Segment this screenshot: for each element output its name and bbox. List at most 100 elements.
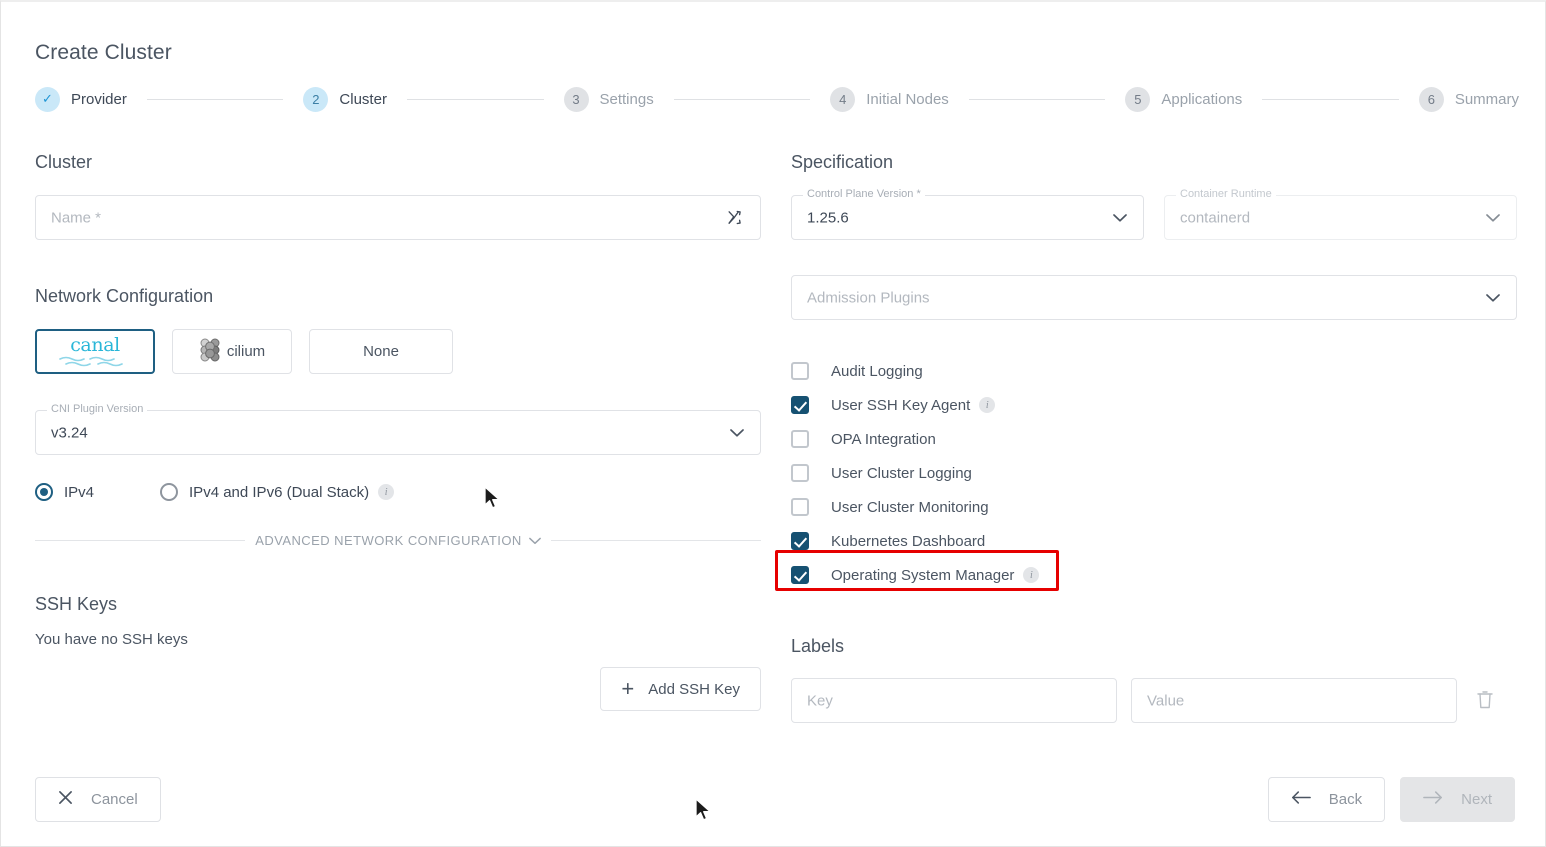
checkbox-opa-integration-label: OPA Integration: [831, 431, 936, 448]
footer-right: Back Next: [1268, 777, 1515, 822]
shuffle-icon[interactable]: [724, 207, 746, 229]
radio-dual-stack-dot: [160, 483, 178, 501]
arrow-right-icon: [1423, 790, 1443, 809]
info-icon-dual-stack[interactable]: i: [378, 484, 394, 500]
info-icon-user-ssh-key-agent[interactable]: i: [979, 397, 995, 413]
cilium-icon: [199, 338, 221, 366]
cilium-label: cilium: [227, 343, 265, 360]
checkbox-operating-system-manager[interactable]: Operating System Manager i: [791, 558, 1517, 592]
admission-plugins-select[interactable]: Admission Plugins: [791, 275, 1517, 320]
network-section-title: Network Configuration: [35, 286, 761, 307]
checkbox-operating-system-manager-label: Operating System Manager: [831, 567, 1014, 584]
step-summary[interactable]: 6 Summary: [1419, 87, 1519, 112]
step-cluster-badge: 2: [303, 87, 328, 112]
step-connector-1: [147, 99, 284, 100]
step-applications-label: Applications: [1161, 91, 1242, 108]
cni-plugin-version-legend: CNI Plugin Version: [47, 403, 147, 415]
checkbox-user-cluster-logging[interactable]: User Cluster Logging: [791, 456, 1517, 490]
canal-logo-text: canal: [70, 334, 120, 356]
radio-ipv4-dot: [35, 483, 53, 501]
checkbox-kubernetes-dashboard[interactable]: Kubernetes Dashboard: [791, 524, 1517, 558]
cni-plugin-version-value: v3.24: [51, 424, 88, 441]
create-cluster-page: Create Cluster ✓ Provider 2 Cluster 3 Se…: [0, 0, 1546, 847]
labels-section-title: Labels: [791, 636, 1517, 657]
step-initial-nodes-label: Initial Nodes: [866, 91, 949, 108]
cluster-name-field[interactable]: Name *: [35, 195, 761, 240]
control-plane-version-legend: Control Plane Version *: [803, 188, 925, 200]
specification-top-row: Control Plane Version * 1.25.6 Container…: [791, 195, 1517, 240]
step-initial-nodes[interactable]: 4 Initial Nodes: [830, 87, 949, 112]
cancel-button[interactable]: Cancel: [35, 777, 161, 822]
advanced-network-configuration-label: ADVANCED NETWORK CONFIGURATION: [255, 533, 522, 548]
specification-section-title: Specification: [791, 152, 1517, 173]
label-value-field[interactable]: Value: [1131, 678, 1457, 723]
cluster-section-title: Cluster: [35, 152, 761, 173]
label-value-placeholder: Value: [1147, 692, 1184, 709]
add-ssh-key-button[interactable]: + Add SSH Key: [600, 667, 761, 711]
label-key-placeholder: Key: [807, 692, 833, 709]
control-plane-version-value: 1.25.6: [807, 209, 849, 226]
checkbox-opa-integration[interactable]: OPA Integration: [791, 422, 1517, 456]
radio-dual-stack[interactable]: IPv4 and IPv6 (Dual Stack) i: [160, 483, 394, 501]
cni-option-group: canal: [35, 329, 761, 374]
chevron-down-icon-control-plane: [1113, 213, 1127, 222]
arrow-left-icon: [1291, 790, 1311, 809]
checkbox-user-cluster-logging-label: User Cluster Logging: [831, 465, 972, 482]
ip-family-radio-group: IPv4 IPv4 and IPv6 (Dual Stack) i: [35, 481, 761, 503]
checkbox-user-cluster-logging-box: [791, 464, 809, 482]
add-ssh-key-label: Add SSH Key: [648, 681, 740, 698]
checkbox-user-cluster-monitoring-box: [791, 498, 809, 516]
trash-icon[interactable]: [1475, 689, 1497, 713]
radio-ipv4[interactable]: IPv4: [35, 483, 94, 501]
step-provider[interactable]: ✓ Provider: [35, 87, 127, 112]
checkbox-audit-logging[interactable]: Audit Logging: [791, 354, 1517, 388]
step-provider-badge: ✓: [35, 87, 60, 112]
admission-plugins-placeholder: Admission Plugins: [807, 289, 930, 306]
step-settings[interactable]: 3 Settings: [564, 87, 654, 112]
page-title: Create Cluster: [35, 41, 172, 65]
step-applications[interactable]: 5 Applications: [1125, 87, 1242, 112]
chevron-down-icon-advanced: [529, 533, 541, 548]
step-connector-2: [407, 99, 544, 100]
step-summary-badge: 6: [1419, 87, 1444, 112]
container-runtime-legend: Container Runtime: [1176, 188, 1276, 200]
info-icon-operating-system-manager[interactable]: i: [1023, 567, 1039, 583]
step-initial-nodes-badge: 4: [830, 87, 855, 112]
cni-option-none-label: None: [363, 343, 399, 360]
right-column: Specification Control Plane Version * 1.…: [791, 152, 1517, 723]
checkbox-user-ssh-key-agent-label: User SSH Key Agent: [831, 397, 970, 414]
cni-plugin-version-select[interactable]: CNI Plugin Version v3.24: [35, 410, 761, 455]
radio-ipv4-label: IPv4: [64, 484, 94, 501]
left-column: Cluster Name * Network Configuration can…: [35, 152, 761, 648]
checkbox-audit-logging-label: Audit Logging: [831, 363, 923, 380]
advanced-network-configuration-label-wrap[interactable]: ADVANCED NETWORK CONFIGURATION: [245, 533, 551, 548]
step-connector-4: [969, 99, 1106, 100]
checkbox-user-ssh-key-agent[interactable]: User SSH Key Agent i: [791, 388, 1517, 422]
step-provider-label: Provider: [71, 91, 127, 108]
step-settings-label: Settings: [600, 91, 654, 108]
cancel-button-label: Cancel: [91, 791, 138, 808]
checkbox-user-cluster-monitoring[interactable]: User Cluster Monitoring: [791, 490, 1517, 524]
radio-dual-stack-label: IPv4 and IPv6 (Dual Stack): [189, 484, 369, 501]
canal-logo: canal: [58, 336, 132, 367]
step-cluster[interactable]: 2 Cluster: [303, 87, 387, 112]
step-cluster-label: Cluster: [339, 91, 387, 108]
step-summary-label: Summary: [1455, 91, 1519, 108]
back-button[interactable]: Back: [1268, 777, 1385, 822]
footer-left: Cancel: [35, 777, 161, 822]
label-entry-row: Key Value: [791, 678, 1517, 723]
advanced-network-configuration-toggle[interactable]: ADVANCED NETWORK CONFIGURATION: [35, 533, 761, 548]
checkbox-kubernetes-dashboard-box: [791, 532, 809, 550]
container-runtime-value: containerd: [1180, 209, 1250, 226]
cni-option-cilium[interactable]: cilium: [172, 329, 292, 374]
control-plane-version-select[interactable]: Control Plane Version * 1.25.6: [791, 195, 1144, 240]
chevron-down-icon-container-runtime: [1486, 213, 1500, 222]
chevron-down-icon: [730, 428, 744, 437]
cni-option-canal[interactable]: canal: [35, 329, 155, 374]
label-key-field[interactable]: Key: [791, 678, 1117, 723]
cluster-name-placeholder: Name *: [51, 209, 101, 226]
checkbox-user-cluster-monitoring-label: User Cluster Monitoring: [831, 499, 989, 516]
cni-option-none[interactable]: None: [309, 329, 453, 374]
back-button-label: Back: [1329, 791, 1362, 808]
chevron-down-icon-admission-plugins: [1486, 293, 1500, 302]
